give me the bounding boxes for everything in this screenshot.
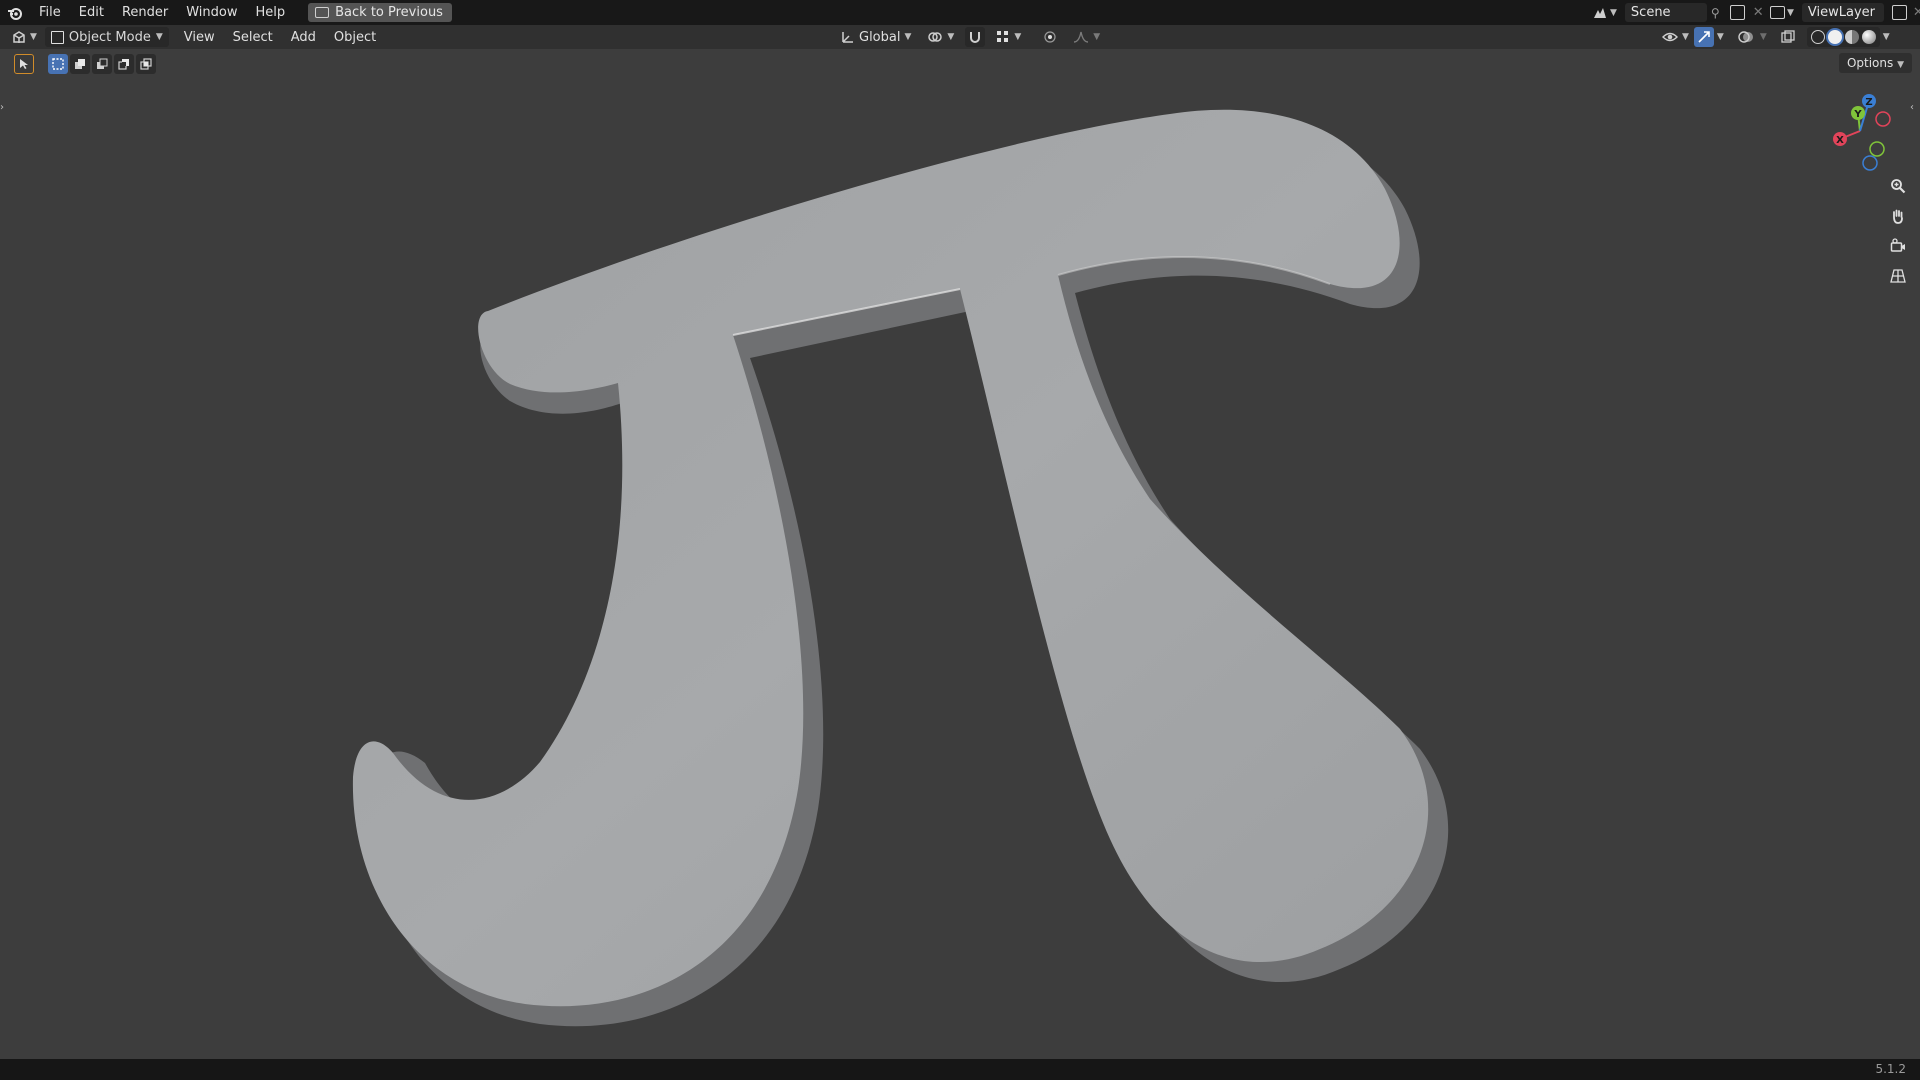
view-layer-icon[interactable]: ▼ [1766,6,1798,19]
perspective-toggle-icon[interactable] [1886,264,1910,288]
shading-options-chevron-icon[interactable]: ▼ [1883,32,1890,42]
overlays-options-chevron-icon[interactable]: ▼ [1760,32,1767,42]
gizmo-y-label: Y [1853,109,1862,120]
chevron-down-icon: ▼ [155,32,163,42]
shading-mode-group [1806,27,1880,47]
screen-icon [315,7,330,18]
overlays-toggle[interactable] [1735,27,1757,47]
tool-settings-bar [14,53,156,75]
view-layer-selector: ▼ ViewLayer ✕ [1766,0,1920,25]
scene-icon[interactable]: ▼ [1588,6,1621,20]
delete-view-layer-icon[interactable]: ✕ [1913,5,1920,20]
object-mode-label: Object Mode [68,29,151,45]
menu-object[interactable]: Object [325,25,385,50]
menu-file[interactable]: File [30,0,70,25]
select-invert-icon[interactable] [114,54,134,74]
delete-scene-icon[interactable]: ✕ [1753,5,1764,20]
options-label: Options [1846,56,1894,70]
rendered-shading-icon[interactable] [1861,30,1876,44]
menu-edit[interactable]: Edit [70,0,113,25]
menu-select[interactable]: Select [224,25,282,50]
xray-toggle[interactable] [1778,27,1798,47]
magnet-icon [970,32,981,43]
object-mode-icon [50,30,64,44]
material-preview-shading-icon[interactable] [1844,30,1859,44]
pin-icon[interactable]: ⚲ [1711,6,1720,20]
snap-toggle[interactable] [965,27,986,47]
falloff-dropdown[interactable]: ▼ [1068,27,1105,47]
status-bar: 5.1.2 [0,1059,1920,1080]
gizmo-x-label: X [1836,135,1844,146]
scene-selector: ▼ Scene ⚲ ✕ [1588,0,1764,25]
gizmo-neg-z-icon[interactable] [1862,155,1878,171]
pivot-point-dropdown[interactable]: ▼ [922,27,959,47]
scene-name-field[interactable]: Scene [1624,3,1707,22]
gizmo-options-chevron-icon[interactable]: ▼ [1717,32,1724,42]
gizmo-icon [1698,31,1710,43]
select-intersect-icon[interactable] [136,54,156,74]
view-layer-name-field[interactable]: ViewLayer [1801,3,1884,22]
toolbar-expand-chevron-icon[interactable]: › [0,102,10,118]
overlays-icon [1738,31,1753,43]
new-scene-icon[interactable] [1729,5,1745,20]
menu-help[interactable]: Help [247,0,295,25]
back-to-previous-label: Back to Previous [335,5,443,20]
viewport-header: ▼ Object Mode ▼ View Select Add Object G… [0,25,1920,49]
visibility-dropdown[interactable]: ▼ [1660,27,1691,47]
version-label: 5.1.2 [1875,1062,1906,1076]
select-subtract-icon[interactable] [92,54,112,74]
viewport-display-tools: ▼ ▼ ▼ ▼ [1660,27,1890,47]
menu-view[interactable]: View [175,25,224,50]
navigation-gizmo[interactable]: X Y Z [1818,91,1908,181]
chevron-down-icon: ▼ [1897,60,1904,70]
options-dropdown[interactable]: Options ▼ [1838,53,1912,73]
object-mode-dropdown[interactable]: Object Mode ▼ [44,27,169,47]
new-view-layer-icon[interactable] [1891,5,1907,20]
blender-logo-icon[interactable] [0,0,30,25]
proportional-icon [1044,31,1056,43]
menu-add[interactable]: Add [282,25,325,50]
transform-orientation-dropdown[interactable]: Global ▼ [836,27,916,47]
transform-tools: Global ▼ ▼ ▼ ▼ [836,27,1105,47]
gizmo-neg-y-icon[interactable] [1869,141,1885,157]
pi-front-face [352,109,1429,1007]
3d-viewport[interactable]: › ‹ X Y Z [0,49,1920,1059]
zoom-icon[interactable] [1886,174,1910,198]
gizmo-toggle[interactable] [1693,27,1714,47]
gizmo-z-label: Z [1865,97,1872,108]
menu-render[interactable]: Render [113,0,177,25]
select-extend-icon[interactable] [70,54,90,74]
falloff-curve-icon [1074,31,1089,43]
pivot-icon [928,32,943,42]
top-menu-bar: File Edit Render Window Help Back to Pre… [0,0,1920,25]
wireframe-shading-icon[interactable] [1810,30,1825,44]
pi-object-mesh[interactable] [0,49,1920,1059]
snap-target-dropdown[interactable]: ▼ [991,27,1026,47]
pan-hand-icon[interactable] [1886,204,1910,228]
select-tool-icon[interactable] [14,54,34,74]
sidebar-expand-chevron-icon[interactable]: ‹ [1910,102,1920,118]
back-to-previous-button[interactable]: Back to Previous [308,3,452,22]
select-new-icon[interactable] [48,54,68,74]
menu-window[interactable]: Window [177,0,246,25]
gizmo-neg-x-icon[interactable] [1875,111,1891,127]
orientation-icon [842,32,853,43]
transform-orientation-label: Global [859,29,901,45]
eye-icon [1662,32,1678,42]
snap-grid-icon [997,31,1009,42]
proportional-editing-toggle[interactable] [1038,27,1062,47]
solid-shading-icon[interactable] [1827,30,1842,44]
editor-type-icon[interactable]: ▼ [12,30,37,44]
camera-view-icon[interactable] [1886,234,1910,258]
xray-icon [1781,30,1795,43]
